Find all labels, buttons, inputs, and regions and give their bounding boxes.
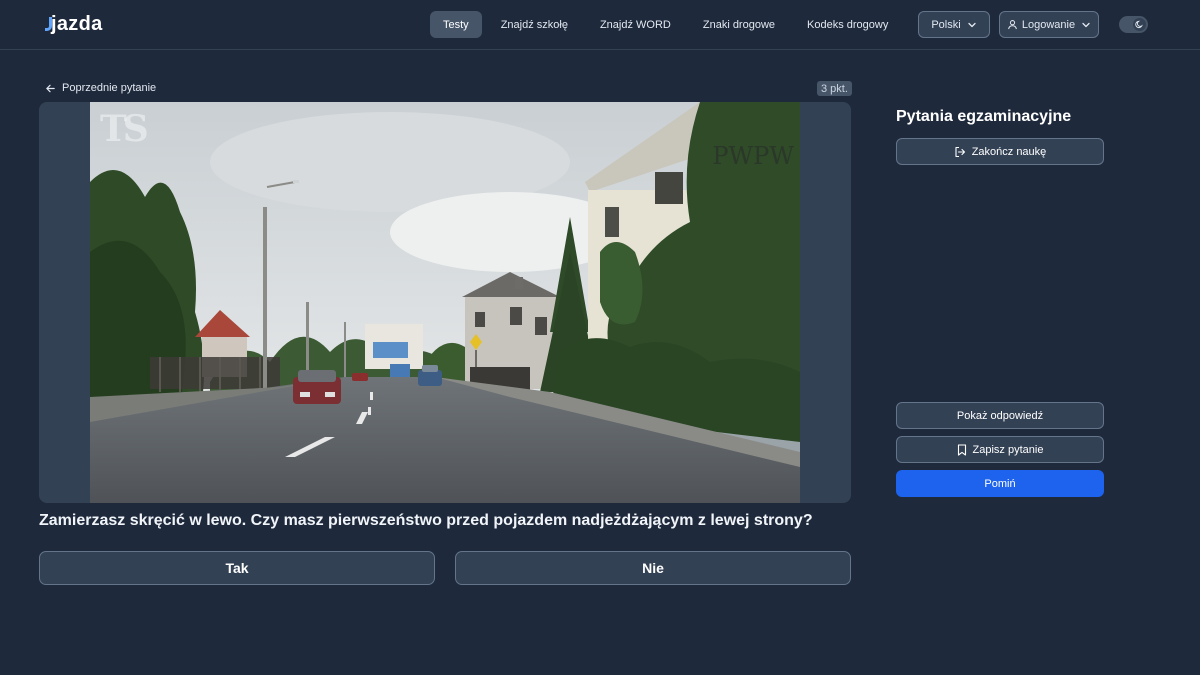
- end-learning-label: Zakończ naukę: [971, 145, 1047, 158]
- nav-item-traffic-code[interactable]: Kodeks drogowy: [794, 11, 901, 38]
- language-label: Polski: [931, 18, 961, 31]
- previous-question-link[interactable]: Poprzednie pytanie: [45, 80, 156, 96]
- nav-item-find-word[interactable]: Znajdź WORD: [587, 11, 684, 38]
- save-question-label: Zapisz pytanie: [972, 443, 1044, 456]
- nav-item-find-school[interactable]: Znajdź szkołę: [488, 11, 581, 38]
- skip-button[interactable]: Pomiń: [896, 470, 1104, 497]
- previous-question-label: Poprzednie pytanie: [62, 82, 157, 94]
- logo[interactable]: jazda: [42, 12, 103, 36]
- show-answer-button[interactable]: Pokaż odpowiedź: [896, 402, 1104, 429]
- nav-item-tests[interactable]: Testy: [430, 11, 482, 38]
- nav-item-road-signs[interactable]: Znaki drogowe: [690, 11, 788, 38]
- question-text: Zamierzasz skręcić w lewo. Czy masz pier…: [39, 512, 813, 529]
- user-icon: [1008, 20, 1017, 30]
- logo-mark-icon: [42, 15, 52, 33]
- logout-icon: [955, 146, 965, 157]
- watermark-left: TS: [100, 108, 149, 150]
- chevron-down-icon: [1082, 22, 1090, 27]
- knob: [1133, 18, 1146, 31]
- answer-yes-button[interactable]: Tak: [39, 551, 435, 585]
- end-learning-button[interactable]: Zakończ naukę: [896, 138, 1104, 165]
- question-media-frame: TS PWPW: [39, 102, 851, 503]
- sidebar-title: Pytania egzaminacyjne: [896, 108, 1072, 125]
- login-select[interactable]: Logowanie: [999, 11, 1099, 38]
- moon-icon: [1135, 20, 1143, 29]
- question-video[interactable]: TS PWPW: [90, 102, 800, 503]
- save-question-button[interactable]: Zapisz pytanie: [896, 436, 1104, 463]
- points-badge: 3 pkt.: [817, 81, 852, 96]
- login-label: Logowanie: [1021, 18, 1076, 31]
- logo-text: jazda: [51, 12, 103, 35]
- street-scene-image: [90, 102, 800, 503]
- watermark-right: PWPW: [712, 142, 794, 170]
- arrow-left-icon: [46, 84, 55, 92]
- answer-no-button[interactable]: Nie: [455, 551, 851, 585]
- main-nav: Testy Znajdź szkołę Znajdź WORD Znaki dr…: [430, 11, 961, 38]
- language-select[interactable]: Polski: [918, 11, 990, 38]
- theme-toggle[interactable]: [1119, 16, 1148, 33]
- bookmark-icon: [957, 443, 966, 456]
- top-header: jazda Testy Znajdź szkołę Znajdź WORD Zn…: [0, 0, 1200, 50]
- chevron-down-icon: [968, 22, 976, 27]
